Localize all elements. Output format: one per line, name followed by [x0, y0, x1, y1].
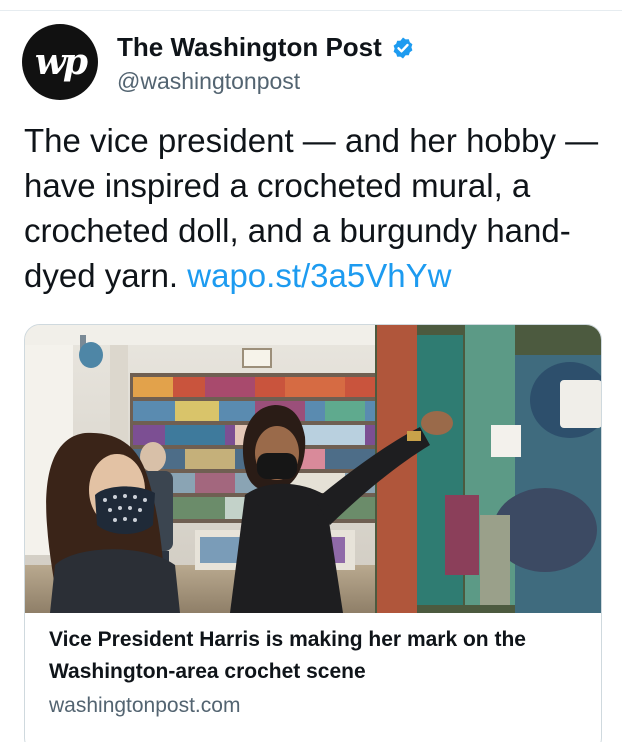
- name-row: The Washington Post: [117, 30, 415, 66]
- tweet-link[interactable]: wapo.st/3a5VhYw: [187, 257, 451, 294]
- card-body: Vice President Harris is making her mark…: [25, 613, 601, 722]
- card-domain: washingtonpost.com: [49, 694, 241, 717]
- top-divider: [0, 10, 622, 11]
- card-title[interactable]: Vice President Harris is making her mark…: [49, 624, 577, 688]
- author-names: The Washington Post @washingtonpost: [117, 30, 415, 95]
- author-handle[interactable]: @washingtonpost: [117, 68, 415, 95]
- tweet-text: The vice president — and her hobby — hav…: [24, 118, 614, 298]
- harris-yarn-shop-photo: [25, 325, 601, 613]
- link-card[interactable]: Vice President Harris is making her mark…: [24, 324, 602, 742]
- tweet-header: wp The Washington Post @washingtonpost: [22, 24, 602, 100]
- avatar[interactable]: wp: [22, 24, 98, 100]
- avatar-logo-text: wp: [34, 41, 88, 83]
- author-display-name[interactable]: The Washington Post: [117, 32, 382, 63]
- card-image[interactable]: [25, 325, 601, 613]
- verified-badge-icon: [393, 37, 413, 58]
